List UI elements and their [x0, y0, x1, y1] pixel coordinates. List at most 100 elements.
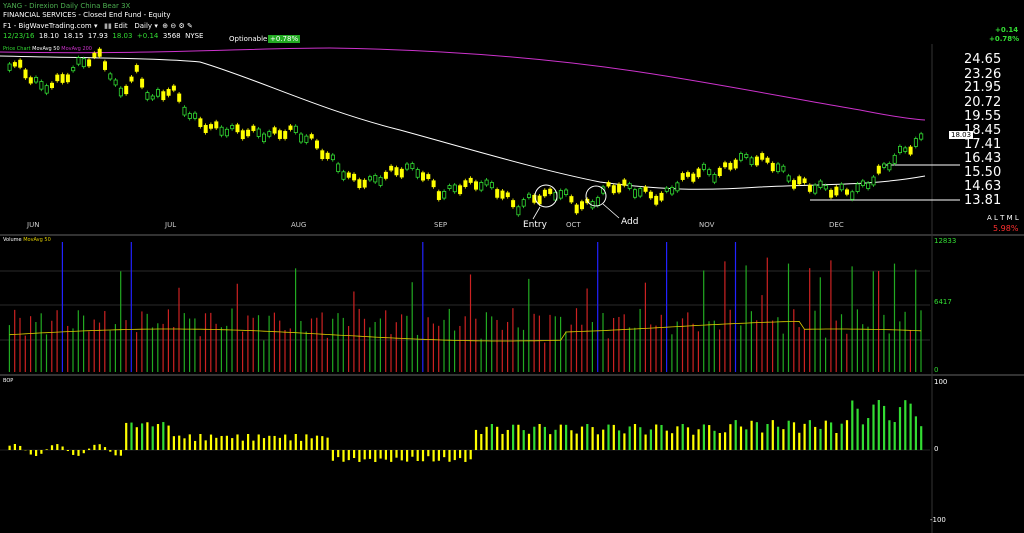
candle [595, 197, 600, 207]
bop-bar [72, 450, 75, 455]
bop-bar [623, 433, 626, 450]
volume-bar [30, 316, 32, 372]
volume-y-bot: 0 [934, 366, 939, 374]
bop-bar [835, 432, 838, 450]
bop-bar [543, 426, 546, 450]
volume-bar [19, 317, 21, 372]
bop-bar [262, 438, 266, 450]
volume-bar [469, 274, 472, 372]
volume-bar [676, 321, 678, 372]
volume-bar [454, 330, 456, 372]
bop-bar [898, 407, 902, 450]
candle [739, 153, 744, 161]
candle [97, 48, 102, 57]
candle [362, 179, 367, 188]
add-label: Add [621, 217, 639, 227]
volume-bar [422, 242, 424, 372]
candle [495, 189, 500, 198]
candle [558, 190, 563, 199]
bop-bar [692, 434, 695, 450]
volume-bar [522, 329, 525, 372]
y-label-7: 16.43 [964, 151, 1002, 166]
bop-bar [130, 422, 133, 450]
volume-bar [125, 320, 127, 372]
volume-bar [300, 320, 302, 372]
candle [622, 179, 627, 186]
candle [60, 74, 65, 83]
volume-bar [247, 315, 249, 372]
candle [537, 195, 542, 205]
volume-bar [40, 313, 42, 372]
volume-legend-ma: MovAvg 50 [23, 237, 51, 243]
stock-chart[interactable] [0, 0, 1024, 533]
bop-bar [289, 440, 292, 450]
volume-bar [856, 309, 858, 372]
y-label-0: 24.65 [964, 52, 1002, 67]
bop-bar [490, 424, 493, 450]
candle [198, 118, 203, 127]
candle [521, 199, 526, 207]
bop-bar [188, 434, 191, 450]
candle [458, 185, 463, 195]
volume-bar [130, 242, 132, 372]
candle [304, 135, 309, 143]
candle [654, 195, 659, 205]
bop-bar [268, 435, 271, 450]
bop-bar [644, 434, 647, 450]
candle [749, 157, 754, 166]
candle [208, 124, 213, 129]
bop-bar [755, 422, 758, 450]
bop-bar [368, 450, 372, 459]
altm-label[interactable]: A L T M L [987, 214, 1019, 222]
volume-bar [729, 309, 731, 372]
bop-bar [135, 427, 138, 450]
candle [802, 178, 807, 184]
bop-bar [363, 450, 366, 460]
bop-bar [225, 435, 228, 450]
bop-bar [665, 430, 668, 450]
bop-bar [220, 435, 223, 450]
bop-bar [8, 445, 11, 450]
bop-bar [861, 424, 864, 450]
volume-bar [109, 330, 111, 372]
candle [145, 92, 150, 100]
volume-bars [8, 242, 922, 372]
candle [367, 176, 372, 181]
bop-bar [125, 422, 128, 450]
month-label-sep: SEP [434, 221, 448, 229]
bop-bar [406, 450, 409, 462]
volume-bar [650, 324, 652, 372]
bop-legend: BOP [3, 378, 14, 384]
candle [150, 95, 155, 100]
volume-bar [14, 309, 16, 372]
volume-bar [178, 287, 180, 372]
volume-bar [83, 315, 85, 372]
volume-bar [660, 314, 662, 372]
month-label-oct: OCT [566, 221, 581, 229]
bop-bar [390, 450, 393, 462]
volume-bar [719, 329, 721, 372]
candle [744, 154, 749, 158]
volume-bar [464, 316, 466, 372]
bop-bar [570, 430, 573, 450]
volume-bar [284, 330, 286, 372]
bop-bar [729, 424, 732, 450]
volume-bar [549, 314, 551, 372]
bop-bar [920, 426, 923, 450]
volume-bar [825, 337, 827, 372]
candle [786, 175, 791, 182]
bop-bar [379, 450, 382, 459]
candle [569, 196, 574, 203]
bop-bar [337, 450, 340, 458]
volume-bar [840, 314, 843, 372]
candle [855, 183, 860, 192]
volume-bar [512, 308, 514, 372]
bop-bar [464, 450, 467, 462]
bop-bar [178, 435, 181, 450]
bop-bar [278, 437, 281, 450]
bop-bar [766, 424, 769, 450]
candle [903, 147, 908, 152]
volume-bar [305, 331, 307, 372]
bop-bar [713, 430, 716, 450]
candle [124, 85, 129, 95]
